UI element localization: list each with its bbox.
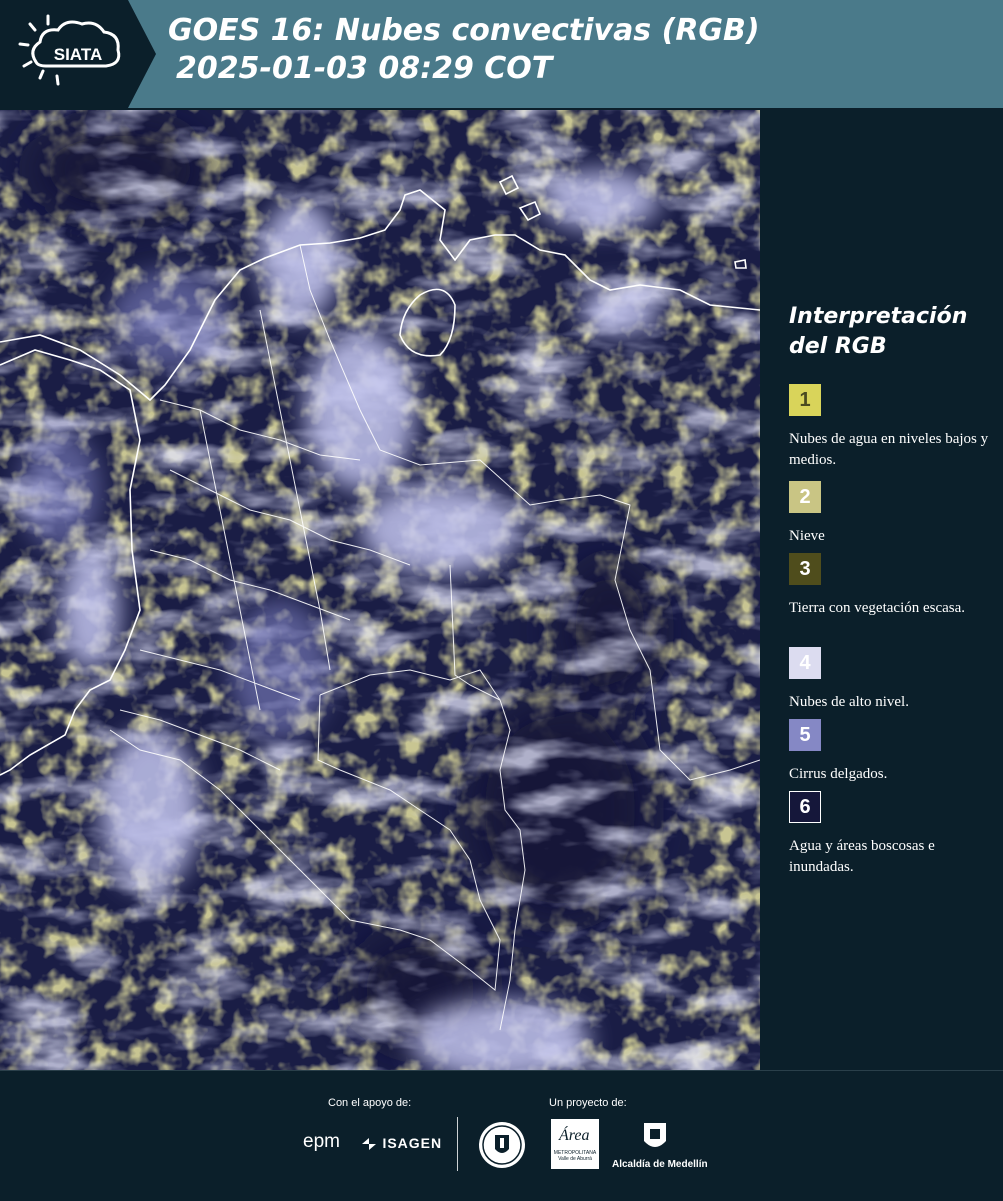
isagen-logo[interactable]: ISAGEN [360,1135,442,1153]
legend-number-6: 6 [799,795,811,818]
legend-item-4: 4 Nubes de alto nivel. [789,647,994,713]
area-sub-line-2: Valle de Aburrá [558,1156,592,1162]
support-label: Con el apoyo de: [328,1097,412,1109]
legend-item-6: 6 Agua y áreas boscosas e inundadas. [789,791,994,878]
legend-label-5: Cirrus delgados. [789,766,888,782]
header: SIATA GOES 16: Nubes convectivas (RGB) 2… [0,0,1003,108]
title-line-1: GOES 16: Nubes convectivas (RGB) [168,13,760,48]
siata-logo[interactable]: SIATA [0,0,158,108]
legend-number-3: 3 [799,557,811,580]
legend-item-1: 1 Nubes de agua en niveles bajos y medio… [789,384,994,471]
legend-swatch-5: 5 [789,719,821,751]
legend-number-1: 1 [799,388,811,411]
footer: Con el apoyo de: Un proyecto de: epm ISA… [0,1070,1003,1201]
project-label: Un proyecto de: [549,1097,627,1109]
legend-title: Interpretación del RGB [789,304,968,359]
legend-label-4: Nubes de alto nivel. [789,694,909,710]
legend-swatch-6: 6 [789,791,821,823]
legend-label-2: Nieve [789,528,825,544]
alcaldia-crest-icon [640,1119,670,1160]
medellin-seal-icon[interactable] [478,1121,526,1174]
logo-text: SIATA [54,45,102,64]
legend-label-3: Tierra con vegetación escasa. [789,600,966,616]
footer-divider [457,1117,458,1171]
legend-label-1: Nubes de agua en niveles bajos y medios. [789,431,989,468]
area-logo-text: Área [559,1127,590,1144]
legend-item-3: 3 Tierra con vegetación escasa. [789,553,994,619]
legend-number-4: 4 [799,651,811,674]
legend-item-2: 2 Nieve [789,481,994,547]
area-metropolitana-logo[interactable]: Área METROPOLITANA Valle de Aburrá [551,1119,599,1169]
alcaldia-label[interactable]: Alcaldía de Medellín [612,1159,708,1170]
satellite-map[interactable] [0,110,761,1070]
legend-swatch-3: 3 [789,553,821,585]
legend-swatch-4: 4 [789,647,821,679]
isagen-text: ISAGEN [382,1135,443,1151]
isagen-mark-icon [362,1137,376,1150]
epm-logo[interactable]: epm [303,1131,340,1153]
legend-item-5: 5 Cirrus delgados. [789,719,994,785]
legend-number-5: 5 [799,723,811,746]
legend-swatch-1: 1 [789,384,821,416]
page-title: GOES 16: Nubes convectivas (RGB) 2025-01… [168,12,760,88]
title-line-2: 2025-01-03 08:29 COT [176,51,553,86]
legend-label-6: Agua y áreas boscosas e inundadas. [789,838,935,875]
legend-panel: Interpretación del RGB 1 Nubes de agua e… [760,110,1003,1070]
legend-number-2: 2 [799,485,811,508]
legend-swatch-2: 2 [789,481,821,513]
